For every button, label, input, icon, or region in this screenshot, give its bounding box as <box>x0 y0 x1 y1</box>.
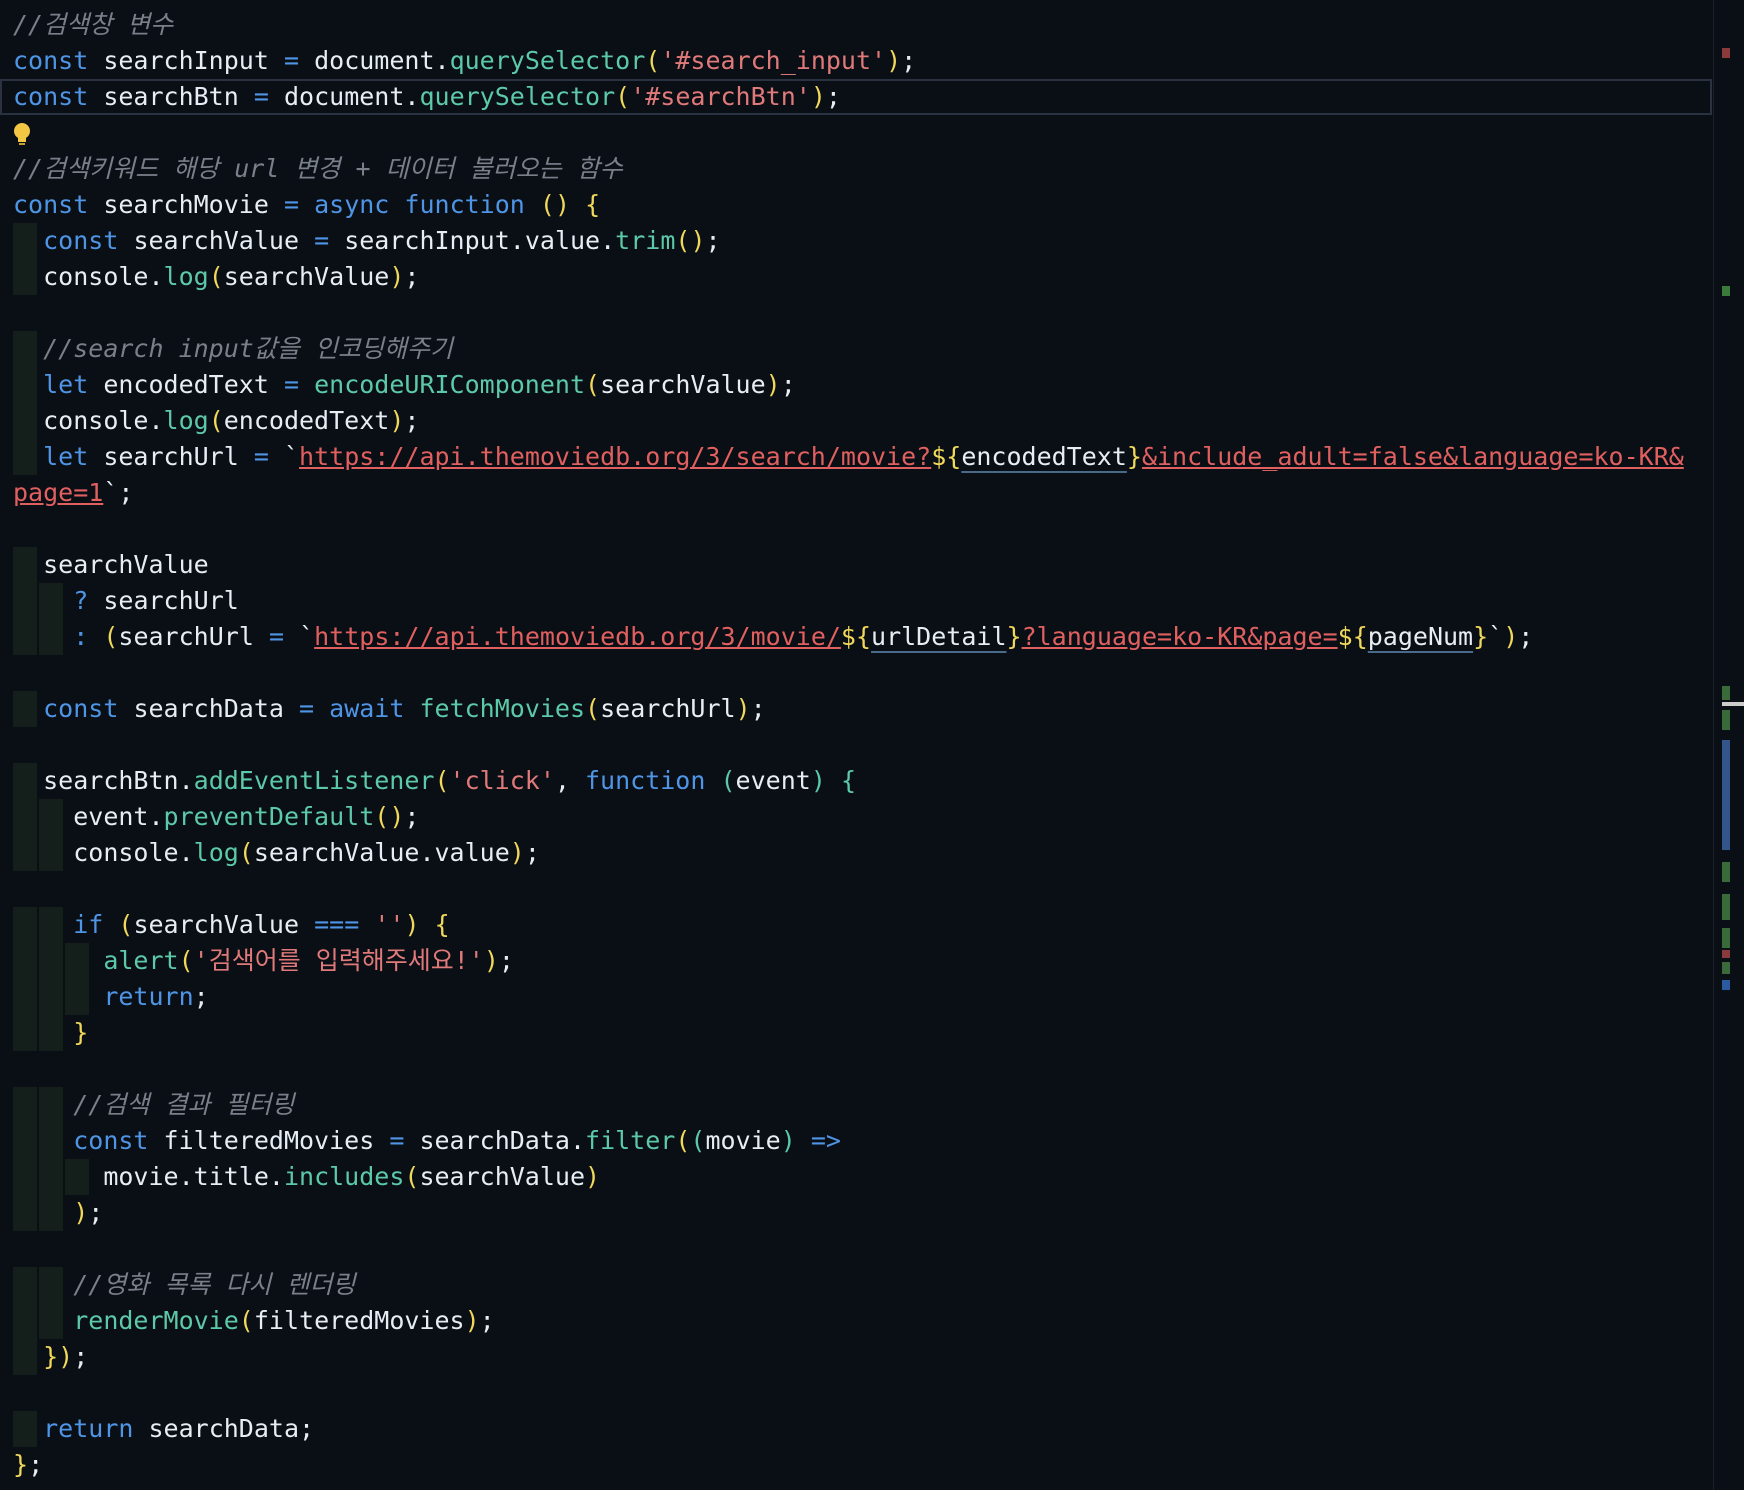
code-line[interactable]: return searchData; <box>0 1411 1712 1447</box>
code-text: const searchData = await fetchMovies(sea… <box>43 694 766 723</box>
lightbulb-icon[interactable] <box>13 120 31 145</box>
code-line[interactable]: //검색키워드 해당 url 변경 + 데이터 불러오는 함수 <box>0 151 1712 187</box>
code-line[interactable]: //검색창 변수 <box>0 7 1712 43</box>
code-line[interactable]: console.log(encodedText); <box>0 403 1712 439</box>
code-line[interactable] <box>0 1231 1712 1267</box>
code-line[interactable] <box>0 115 1712 151</box>
code-text: return; <box>103 982 209 1011</box>
ruler-marker <box>1722 862 1730 882</box>
code-line[interactable]: const searchData = await fetchMovies(sea… <box>0 691 1712 727</box>
code-line[interactable] <box>0 655 1712 691</box>
code-line[interactable] <box>0 1375 1712 1411</box>
code-line[interactable]: const searchInput = document.querySelect… <box>0 43 1712 79</box>
code-area[interactable]: //검색창 변수 const searchInput = document.que… <box>0 7 1712 1483</box>
code-line[interactable]: //검색 결과 필터링 <box>0 1087 1712 1123</box>
ruler-marker <box>1722 702 1744 706</box>
code-text: console.log(searchValue); <box>43 262 420 291</box>
code-line[interactable]: alert('검색어를 입력해주세요!'); <box>0 943 1712 979</box>
ruler-marker <box>1722 894 1730 920</box>
code-text: if (searchValue === '') { <box>73 910 450 939</box>
code-line[interactable]: ? searchUrl <box>0 583 1712 619</box>
code-text: console.log(encodedText); <box>43 406 420 435</box>
code-line[interactable]: //search input값을 인코딩해주기 <box>0 331 1712 367</box>
code-line[interactable] <box>0 727 1712 763</box>
code-line[interactable]: } <box>0 1015 1712 1051</box>
code-text: //검색키워드 해당 url 변경 + 데이터 불러오는 함수 <box>13 154 623 183</box>
code-text: //영화 목록 다시 렌더링 <box>73 1270 356 1299</box>
code-line[interactable]: searchBtn.addEventListener('click', func… <box>0 763 1712 799</box>
code-text: console.log(searchValue.value); <box>73 838 540 867</box>
code-line[interactable]: renderMovie(filteredMovies); <box>0 1303 1712 1339</box>
code-text: let searchUrl = `https://api.themoviedb.… <box>43 442 1684 471</box>
code-text: const filteredMovies = searchData.filter… <box>73 1126 841 1155</box>
code-text: let encodedText = encodeURIComponent(sea… <box>43 370 796 399</box>
code-text: const searchBtn = document.querySelector… <box>13 82 841 111</box>
code-line[interactable]: page=1`; <box>0 475 1712 511</box>
code-line[interactable]: return; <box>0 979 1712 1015</box>
code-text: alert('검색어를 입력해주세요!'); <box>103 946 514 975</box>
code-line[interactable]: let encodedText = encodeURIComponent(sea… <box>0 367 1712 403</box>
code-text: : (searchUrl = `https://api.themoviedb.o… <box>73 622 1534 651</box>
code-line[interactable]: searchValue <box>0 547 1712 583</box>
code-text: event.preventDefault(); <box>73 802 420 831</box>
ruler-marker <box>1722 928 1730 948</box>
ruler-marker <box>1722 950 1730 958</box>
code-line[interactable]: : (searchUrl = `https://api.themoviedb.o… <box>0 619 1712 655</box>
code-text: movie.title.includes(searchValue) <box>103 1162 601 1191</box>
code-line[interactable]: const searchBtn = document.querySelector… <box>0 79 1712 115</box>
code-line[interactable] <box>0 295 1712 331</box>
code-text: const searchInput = document.querySelect… <box>13 46 917 75</box>
code-line[interactable]: const searchMovie = async function () { <box>0 187 1712 223</box>
code-line[interactable]: }; <box>0 1447 1712 1483</box>
code-text: searchBtn.addEventListener('click', func… <box>43 766 856 795</box>
ruler-marker <box>1722 962 1730 974</box>
code-text: ); <box>73 1198 104 1227</box>
code-editor[interactable]: //검색창 변수 const searchInput = document.que… <box>0 0 1744 1490</box>
ruler-marker <box>1722 48 1730 58</box>
code-line[interactable]: movie.title.includes(searchValue) <box>0 1159 1712 1195</box>
code-line[interactable]: let searchUrl = `https://api.themoviedb.… <box>0 439 1712 475</box>
code-text: page=1`; <box>13 478 134 507</box>
code-text: searchValue <box>43 550 209 579</box>
code-text: //검색창 변수 <box>13 10 174 39</box>
code-line[interactable]: const searchValue = searchInput.value.tr… <box>0 223 1712 259</box>
code-text: ? searchUrl <box>73 586 239 615</box>
code-text: //검색 결과 필터링 <box>73 1090 295 1119</box>
code-line[interactable]: const filteredMovies = searchData.filter… <box>0 1123 1712 1159</box>
code-line[interactable]: //영화 목록 다시 렌더링 <box>0 1267 1712 1303</box>
ruler-marker <box>1722 286 1730 296</box>
code-line[interactable]: ); <box>0 1195 1712 1231</box>
code-text: return searchData; <box>43 1414 315 1443</box>
code-line[interactable]: event.preventDefault(); <box>0 799 1712 835</box>
code-line[interactable] <box>0 511 1712 547</box>
ruler-marker <box>1722 710 1730 730</box>
code-line[interactable]: console.log(searchValue.value); <box>0 835 1712 871</box>
code-text: } <box>73 1018 89 1047</box>
ruler-marker <box>1722 980 1730 990</box>
code-line[interactable] <box>0 1051 1712 1087</box>
code-line[interactable]: if (searchValue === '') { <box>0 907 1712 943</box>
code-text: }; <box>13 1450 44 1479</box>
code-line[interactable]: console.log(searchValue); <box>0 259 1712 295</box>
code-text: }); <box>43 1342 89 1371</box>
ruler-marker <box>1722 686 1730 700</box>
code-text: const searchMovie = async function () { <box>13 190 601 219</box>
code-text: const searchValue = searchInput.value.tr… <box>43 226 721 255</box>
overview-ruler[interactable] <box>1713 0 1744 1490</box>
code-text: //search input값을 인코딩해주기 <box>43 334 453 363</box>
code-line[interactable] <box>0 871 1712 907</box>
ruler-marker <box>1722 740 1730 850</box>
code-line[interactable]: }); <box>0 1339 1712 1375</box>
code-text: renderMovie(filteredMovies); <box>73 1306 495 1335</box>
